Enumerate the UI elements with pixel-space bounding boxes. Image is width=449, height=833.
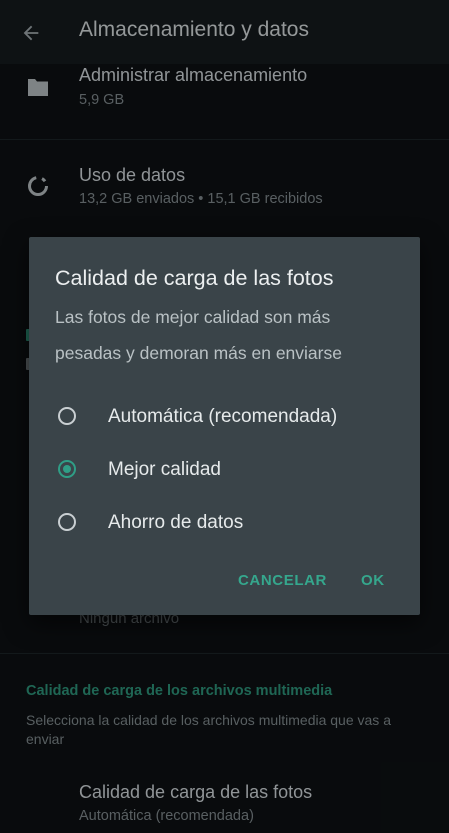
radio-button-checked[interactable] xyxy=(58,460,76,478)
option-best-quality[interactable]: Mejor calidad xyxy=(29,445,420,497)
radio-button[interactable] xyxy=(58,513,76,531)
radio-button[interactable] xyxy=(58,407,76,425)
option-label: Mejor calidad xyxy=(108,459,221,480)
option-label: Ahorro de datos xyxy=(108,512,244,533)
dialog-title: Calidad de carga de las fotos xyxy=(55,266,334,290)
option-label: Automática (recomendada) xyxy=(108,406,338,427)
option-automatic[interactable]: Automática (recomendada) xyxy=(29,392,420,444)
dialog-message: Las fotos de mejor calidad son más pesad… xyxy=(55,307,342,363)
cancel-button[interactable]: CANCELAR xyxy=(238,572,327,589)
photo-quality-dialog: Calidad de carga de las fotos Las fotos … xyxy=(29,237,420,615)
option-data-saver[interactable]: Ahorro de datos xyxy=(29,498,420,550)
ok-button[interactable]: OK xyxy=(361,572,385,589)
